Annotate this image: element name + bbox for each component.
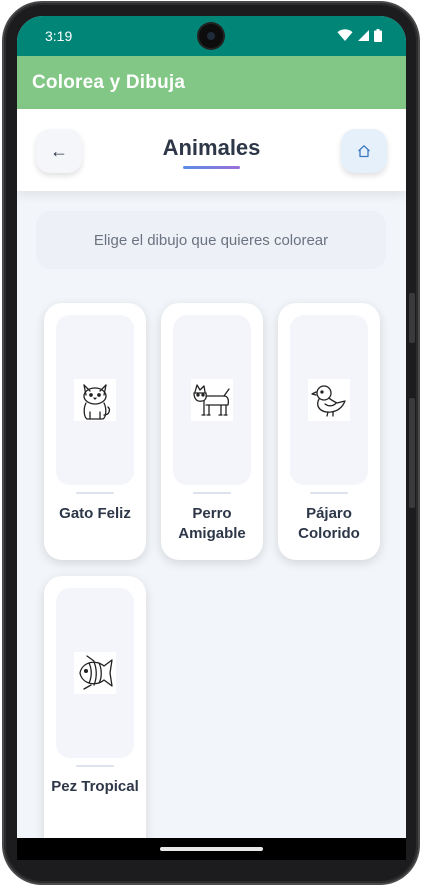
fish-icon — [79, 655, 113, 690]
drawing-label: Perro Amigable — [178, 505, 246, 542]
app-screen: 3:19 Colorea y Dibuja ← Animales Elige e… — [17, 16, 406, 838]
drawing-thumbnail — [173, 315, 251, 485]
home-button[interactable] — [341, 129, 387, 173]
front-camera — [199, 24, 223, 48]
category-header: ← Animales — [17, 109, 406, 191]
drawing-card-pajaro-colorido[interactable]: Pájaro Colorido — [278, 303, 380, 560]
drawing-thumbnail — [56, 588, 134, 758]
drawing-label: Pez Tropical — [51, 778, 139, 795]
home-icon — [358, 145, 370, 158]
card-divider — [193, 492, 231, 494]
card-divider — [76, 765, 114, 767]
status-time: 3:19 — [45, 28, 73, 44]
app-title: Colorea y Dibuja — [32, 72, 186, 93]
dog-icon — [193, 384, 230, 416]
drawing-label: Gato Feliz — [59, 505, 131, 522]
drawing-card-gato-feliz[interactable]: Gato Feliz — [44, 303, 146, 560]
drawing-label: Pájaro Colorido — [298, 505, 360, 542]
title-underline — [183, 166, 240, 169]
drawing-thumbnail — [290, 315, 368, 485]
volume-button — [409, 293, 415, 343]
card-divider — [310, 492, 348, 494]
drawing-thumbnail — [56, 315, 134, 485]
bird-icon — [311, 385, 346, 417]
wifi-icon — [337, 29, 353, 41]
card-divider — [76, 492, 114, 494]
cat-icon — [83, 384, 111, 420]
cell-signal-icon — [358, 30, 369, 41]
home-indicator[interactable] — [160, 847, 263, 851]
status-icons — [337, 29, 382, 42]
status-bar: 3:19 — [17, 16, 406, 56]
drawing-card-perro-amigable[interactable]: Perro Amigable — [161, 303, 263, 560]
drawing-card-pez-tropical[interactable]: Pez Tropical — [44, 576, 146, 838]
power-button — [409, 398, 415, 508]
instructions-banner: Elige el dibujo que quieres colorear — [36, 211, 386, 269]
app-bar: Colorea y Dibuja — [17, 56, 406, 109]
battery-icon — [374, 29, 382, 42]
